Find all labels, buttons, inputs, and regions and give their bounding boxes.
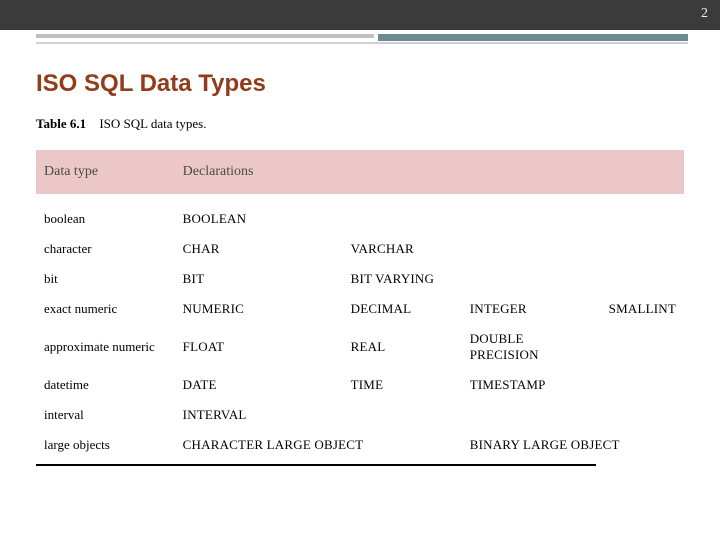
table-row: interval INTERVAL — [36, 400, 684, 430]
table-row: approximate numeric FLOAT REAL DOUBLE PR… — [36, 324, 684, 370]
table-row: bit BIT BIT VARYING — [36, 264, 684, 294]
cell-decl: REAL — [343, 324, 462, 370]
cell-decl: BIT — [175, 264, 343, 294]
header-declarations: Declarations — [175, 150, 684, 194]
underline-segment-left — [36, 34, 374, 38]
table-row: large objects CHARACTER LARGE OBJECT BIN… — [36, 430, 684, 460]
cell-decl: DATE — [175, 370, 343, 400]
cell-decl: NUMERIC — [175, 294, 343, 324]
cell-type: character — [36, 234, 175, 264]
cell-decl — [601, 324, 684, 370]
underline-segment-thin — [36, 42, 688, 44]
cell-decl — [462, 400, 601, 430]
cell-decl: DECIMAL — [343, 294, 462, 324]
table-header-row: Data type Declarations — [36, 150, 684, 194]
cell-decl — [601, 400, 684, 430]
decorative-underline — [0, 30, 720, 52]
cell-decl: CHAR — [175, 234, 343, 264]
slide-title: ISO SQL Data Types — [36, 70, 720, 98]
table-row: datetime DATE TIME TIMESTAMP — [36, 370, 684, 400]
table-figure: Table 6.1 ISO SQL data types. Data type … — [36, 116, 684, 466]
cell-decl: BIT VARYING — [343, 264, 462, 294]
table-caption: Table 6.1 ISO SQL data types. — [36, 116, 684, 132]
cell-decl — [601, 370, 684, 400]
cell-decl: CHARACTER LARGE OBJECT — [175, 430, 462, 460]
table-caption-text: ISO SQL data types. — [99, 116, 206, 131]
cell-decl — [343, 400, 462, 430]
cell-decl: BINARY LARGE OBJECT — [462, 430, 684, 460]
cell-decl — [601, 234, 684, 264]
data-types-table: Data type Declarations boolean BOOLEAN c… — [36, 150, 684, 460]
slide-top-bar: 2 — [0, 0, 720, 30]
table-row: boolean BOOLEAN — [36, 204, 684, 234]
cell-type: boolean — [36, 204, 175, 234]
cell-decl — [343, 204, 462, 234]
cell-decl: TIMESTAMP — [462, 370, 601, 400]
cell-type: interval — [36, 400, 175, 430]
cell-decl — [462, 264, 601, 294]
cell-decl — [462, 234, 601, 264]
cell-decl: TIME — [343, 370, 462, 400]
cell-type: approximate numeric — [36, 324, 175, 370]
cell-type: datetime — [36, 370, 175, 400]
cell-type: large objects — [36, 430, 175, 460]
cell-decl: BOOLEAN — [175, 204, 343, 234]
table-row: character CHAR VARCHAR — [36, 234, 684, 264]
header-data-type: Data type — [36, 150, 175, 194]
cell-decl: FLOAT — [175, 324, 343, 370]
cell-decl: SMALLINT — [601, 294, 684, 324]
cell-decl: DOUBLE PRECISION — [462, 324, 601, 370]
table-bottom-rule — [36, 464, 596, 466]
cell-decl — [462, 204, 601, 234]
cell-decl: INTEGER — [462, 294, 601, 324]
cell-decl: INTERVAL — [175, 400, 343, 430]
cell-type: bit — [36, 264, 175, 294]
cell-type: exact numeric — [36, 294, 175, 324]
table-number: Table 6.1 — [36, 116, 86, 131]
cell-decl — [601, 204, 684, 234]
cell-decl: VARCHAR — [343, 234, 462, 264]
table-row: exact numeric NUMERIC DECIMAL INTEGER SM… — [36, 294, 684, 324]
cell-decl — [601, 264, 684, 294]
slide: 2 ISO SQL Data Types Table 6.1 ISO SQL d… — [0, 0, 720, 540]
page-number: 2 — [701, 6, 708, 22]
underline-segment-right — [378, 34, 688, 41]
